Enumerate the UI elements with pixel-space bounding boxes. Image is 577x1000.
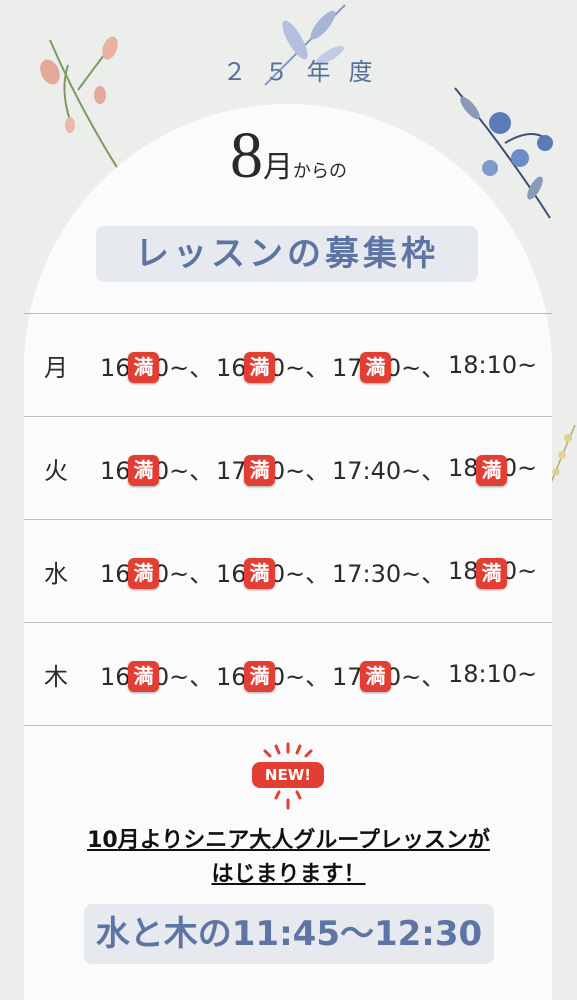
schedule-row: 水16:10~、満16:50~、満17:30~、18:10~満 — [24, 519, 552, 622]
full-badge: 満 — [128, 352, 159, 383]
notice-line-1: 10月よりシニア大人グループレッスンが — [87, 828, 490, 853]
new-badge: NEW! — [252, 762, 324, 788]
time-slot: 17:40~、 — [332, 456, 446, 485]
notice-line-2: はじまります！ — [211, 862, 366, 887]
time-slot: 18:10~ — [448, 660, 538, 688]
month-kanji: 月 — [263, 151, 293, 184]
year-label: ２５年度 — [222, 58, 391, 86]
day-label: 水 — [44, 559, 68, 588]
full-badge: 満 — [244, 558, 275, 589]
full-badge: 満 — [244, 455, 275, 486]
time-slot: 18:10~ — [448, 351, 538, 379]
month-number: 8 — [230, 119, 263, 192]
full-badge: 満 — [128, 558, 159, 589]
time-slot: 17:30~、 — [332, 559, 446, 588]
group-lesson-time: 水と木の11:45～12:30 — [84, 904, 494, 964]
full-badge: 満 — [360, 661, 391, 692]
day-label: 月 — [44, 353, 68, 382]
page-title-month: 8月からの — [0, 118, 577, 194]
schedule-table: 月16:10~、満16:50~、満17:30~、満18:10~火16:20~、満… — [24, 313, 552, 726]
schedule-row: 月16:10~、満16:50~、満17:30~、満18:10~ — [24, 313, 552, 416]
from-text: からの — [293, 161, 347, 182]
full-badge: 満 — [476, 455, 507, 486]
day-label: 火 — [44, 456, 68, 485]
full-badge: 満 — [128, 455, 159, 486]
schedule-row: 木16:10~、満16:50~、満17:30~、満18:10~ — [24, 622, 552, 726]
full-badge: 満 — [244, 352, 275, 383]
schedule-row: 火16:20~、満17:00~、満17:40~、18:20~満 — [24, 416, 552, 519]
day-label: 木 — [44, 662, 68, 691]
full-badge: 満 — [476, 558, 507, 589]
full-badge: 満 — [128, 661, 159, 692]
full-badge: 満 — [360, 352, 391, 383]
page-title: レッスンの募集枠 — [96, 226, 478, 282]
full-badge: 満 — [244, 661, 275, 692]
